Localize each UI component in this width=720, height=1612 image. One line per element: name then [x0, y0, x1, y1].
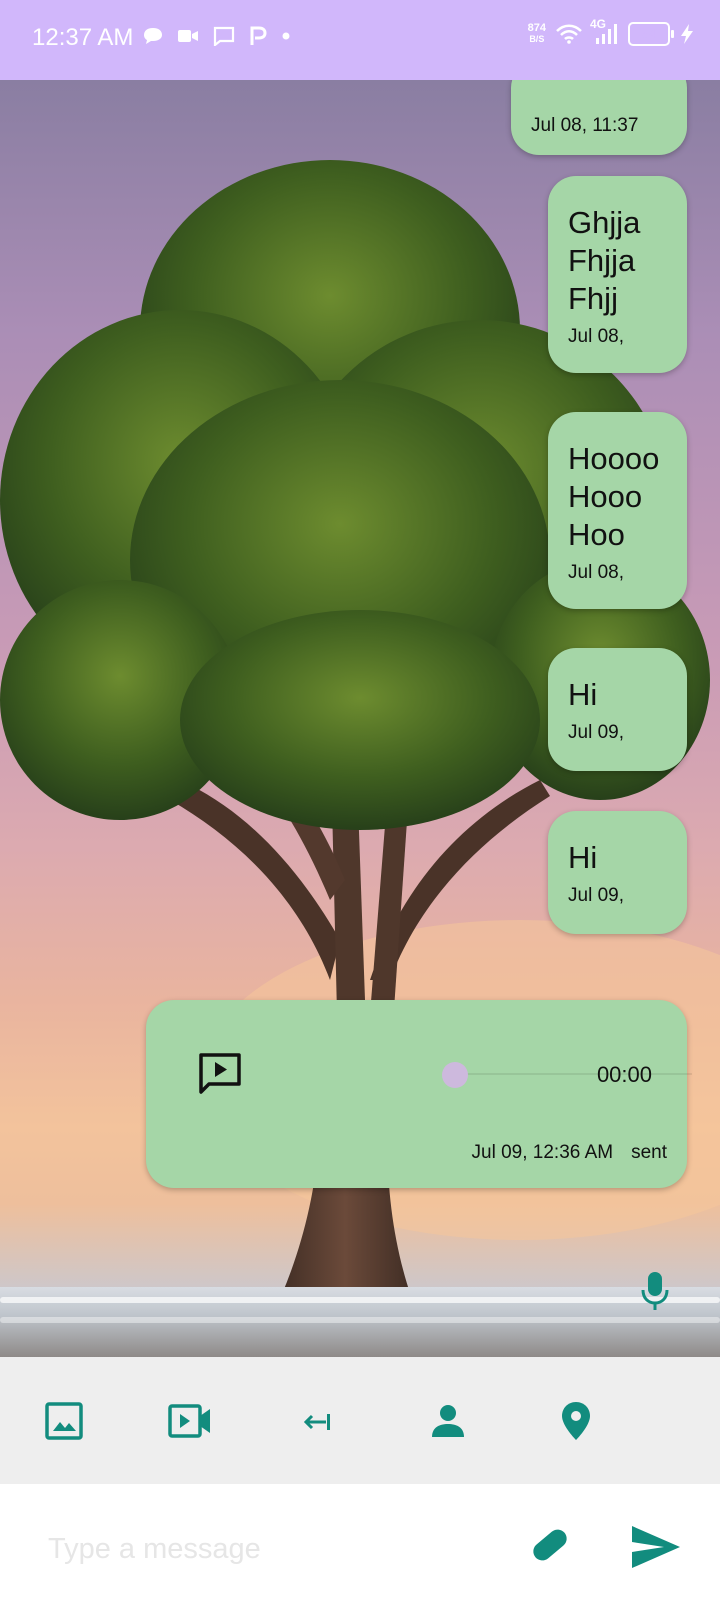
attach-contact-button[interactable]: [424, 1397, 472, 1445]
dot-icon: [282, 32, 290, 40]
p-app-icon: [250, 26, 267, 45]
attachment-toolbar: [0, 1357, 720, 1484]
attach-video-button[interactable]: [166, 1397, 214, 1445]
background-wave: [0, 1297, 720, 1303]
status-time: 12:37 AM: [32, 24, 134, 51]
audio-seek-thumb[interactable]: [442, 1062, 468, 1088]
message-timestamp: Jul 08,: [568, 326, 624, 347]
voice-message-bubble[interactable]: 00:00 Jul 09, 12:36 AM sent: [146, 1000, 692, 1188]
status-bar: 12:37 AM 874 B/S 4G 84: [0, 0, 720, 80]
background-wave: [0, 1317, 720, 1323]
attach-swap-button[interactable]: [294, 1397, 342, 1445]
location-icon: [562, 1402, 590, 1440]
contact-icon: [432, 1405, 464, 1437]
chat-area[interactable]: Jul 08, 11:37 Ghjja Fhjja Fhjj Jul 08, H…: [0, 80, 720, 1357]
background-sea: [0, 1287, 720, 1357]
message-bubble[interactable]: Hi Jul 09,: [548, 648, 687, 771]
microphone-icon[interactable]: [640, 1270, 670, 1312]
message-text: Hi: [568, 677, 598, 712]
message-composer: [0, 1484, 720, 1612]
cell-signal: 4G: [590, 17, 618, 45]
message-text: Hi: [568, 840, 598, 875]
notification-icons: [143, 26, 291, 46]
message-icon: [213, 26, 235, 46]
net-speed-value: 874: [527, 22, 546, 34]
battery-level: 84: [641, 26, 657, 41]
wifi-icon: [556, 24, 582, 44]
network-type: 4G: [590, 17, 607, 31]
message-bubble[interactable]: Hoooo Hooo Hoo Jul 08,: [548, 412, 687, 609]
battery-icon: 84: [628, 22, 674, 46]
audio-duration: 00:00: [596, 1062, 652, 1087]
message-input[interactable]: [46, 1526, 490, 1572]
video-call-icon: [178, 30, 198, 42]
message-timestamp: Jul 08,: [568, 562, 624, 583]
message-timestamp: Jul 09,: [568, 722, 624, 743]
message-status: sent: [631, 1142, 667, 1163]
system-icons: 874 B/S 4G 84: [528, 17, 694, 46]
attach-image-button[interactable]: [40, 1397, 88, 1445]
chat-bubble-icon: [144, 28, 162, 44]
charging-bolt-icon: [681, 24, 693, 44]
message-text: Hoooo Hooo Hoo: [568, 441, 660, 552]
message-bubble[interactable]: Ghjja Fhjja Fhjj Jul 08,: [548, 176, 687, 373]
voice-message-meta: Jul 09, 12:36 AM sent: [472, 1142, 667, 1164]
audio-seek-track[interactable]: [444, 1073, 692, 1075]
image-icon: [45, 1402, 83, 1440]
attach-location-button[interactable]: [552, 1397, 600, 1445]
message-timestamp: Jul 09, 12:36 AM: [471, 1142, 614, 1163]
message-bubble[interactable]: Hi Jul 09,: [548, 811, 687, 934]
message-timestamp: Jul 08, 11:37: [531, 115, 639, 136]
net-speed-unit: B/S: [529, 34, 545, 44]
play-message-icon[interactable]: [198, 1052, 242, 1094]
net-speed: 874 B/S: [528, 23, 546, 45]
send-icon[interactable]: [630, 1524, 682, 1570]
video-icon: [168, 1404, 210, 1438]
swap-icon: [304, 1414, 330, 1430]
message-text: Ghjja Fhjja Fhjj: [568, 205, 641, 316]
message-timestamp: Jul 09,: [568, 885, 624, 906]
attach-clip-icon[interactable]: [525, 1520, 575, 1570]
message-bubble[interactable]: Jul 08, 11:37: [511, 80, 687, 155]
